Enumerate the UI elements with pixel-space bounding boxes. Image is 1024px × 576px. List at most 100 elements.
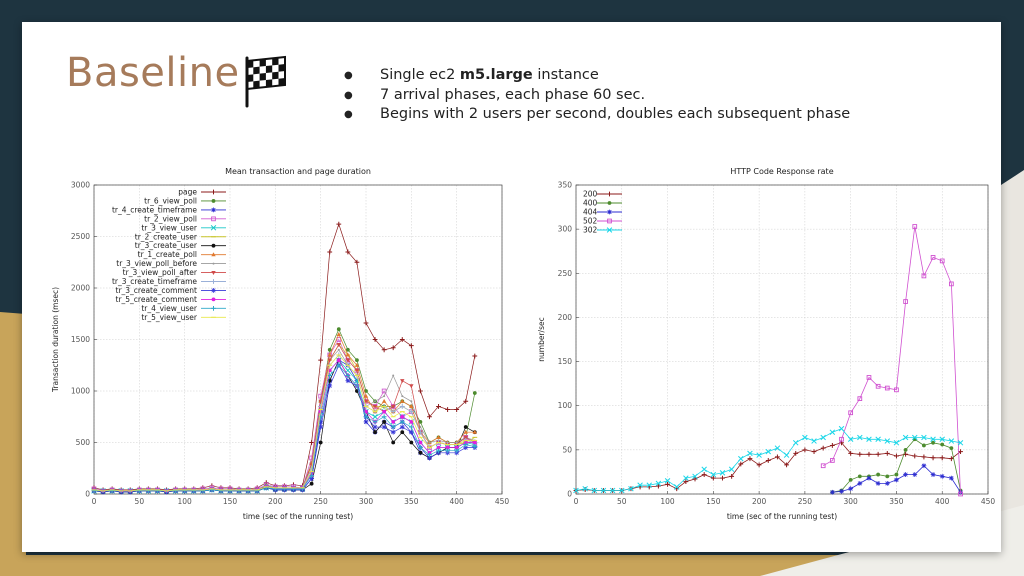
data-point — [701, 472, 707, 477]
y-tick-label: 250 — [558, 269, 573, 278]
data-point — [607, 201, 612, 205]
series-line — [823, 226, 961, 495]
data-point — [363, 320, 369, 326]
data-point — [701, 466, 707, 473]
data-point — [390, 429, 396, 435]
data-point — [692, 476, 698, 482]
data-point — [401, 395, 404, 398]
data-point — [875, 481, 881, 486]
data-point — [383, 395, 386, 398]
x-tick-label: 0 — [574, 497, 579, 506]
x-tick-label: 0 — [92, 497, 97, 506]
series-tr_6_view_poll — [92, 327, 477, 493]
data-point — [930, 455, 936, 461]
data-point — [445, 407, 450, 412]
data-point — [211, 199, 216, 203]
data-point — [729, 473, 735, 479]
data-point — [839, 488, 844, 494]
data-point — [921, 463, 927, 469]
legend: 200400404502302 — [583, 190, 622, 235]
series-200 — [573, 440, 963, 493]
y-tick-label: 50 — [562, 445, 572, 454]
series-line — [93, 364, 475, 493]
data-point — [802, 447, 808, 453]
data-point — [472, 353, 478, 359]
data-point — [783, 452, 790, 458]
data-point — [391, 440, 396, 445]
data-point — [884, 450, 890, 456]
data-point — [738, 455, 744, 462]
legend-label: 302 — [583, 226, 598, 235]
y-tick-label: 500 — [76, 438, 91, 447]
data-point — [857, 481, 863, 486]
data-point — [355, 358, 359, 362]
data-point — [212, 262, 215, 265]
data-point — [410, 400, 413, 403]
http-code-chart: HTTP Code Response rate 0 50 100 150 200 250 30… — [530, 160, 1000, 535]
data-point — [939, 473, 945, 479]
data-point — [792, 440, 799, 446]
data-point — [336, 221, 342, 227]
data-point — [392, 374, 395, 377]
data-point — [848, 477, 853, 482]
legend-label: tr_4_view_user — [141, 304, 198, 313]
data-point — [211, 189, 216, 195]
series-tr_3_view_poll_after — [91, 343, 477, 494]
y-tick-label: 1500 — [71, 335, 90, 344]
y-tick-label: 2000 — [71, 284, 90, 293]
data-point — [820, 434, 826, 441]
y-axis-label: Transaction duration (msec) — [51, 287, 60, 393]
slide-title: Baseline — [66, 50, 240, 96]
data-point — [373, 430, 377, 435]
data-point — [400, 379, 405, 384]
bullet-item: Begins with 2 users per second, doubles … — [344, 105, 850, 125]
bullet-text: instance — [532, 67, 599, 83]
data-point — [408, 343, 414, 349]
data-point — [912, 453, 918, 459]
y-tick-label: 200 — [558, 313, 573, 322]
data-point — [382, 420, 387, 424]
data-point — [857, 451, 863, 457]
data-point — [820, 445, 826, 451]
x-tick-label: 350 — [404, 497, 419, 506]
data-point — [381, 424, 387, 430]
legend-label: tr_4_create_timeframe — [112, 205, 197, 214]
series-tr_2_view_poll — [91, 337, 478, 494]
series-line — [93, 349, 475, 492]
legend-label: tr_3_create_timeframe — [112, 277, 197, 286]
data-point — [399, 404, 405, 409]
data-point — [399, 424, 405, 430]
series-line — [93, 328, 476, 492]
data-point — [372, 424, 378, 430]
data-point — [372, 413, 378, 420]
data-point — [463, 425, 468, 429]
chart-title: Mean transaction and page duration — [225, 167, 371, 176]
data-point — [211, 305, 216, 311]
data-point — [472, 391, 477, 395]
y-tick-label: 2500 — [71, 232, 90, 241]
data-point — [894, 477, 899, 483]
duration-chart-svg: Mean transaction and page duration 0 50 100… — [51, 167, 510, 521]
data-point — [802, 434, 808, 441]
data-point — [921, 454, 927, 460]
x-axis-label: time (sec of the running test) — [243, 512, 353, 521]
x-tick-label: 200 — [752, 497, 767, 506]
plot-frame — [575, 184, 989, 495]
legend-label: 200 — [583, 190, 598, 199]
checkered-flag-icon — [245, 55, 286, 108]
data-point — [400, 430, 405, 435]
data-point — [894, 453, 899, 459]
series-line — [94, 364, 475, 492]
data-point — [400, 414, 405, 419]
duration-chart: Mean transaction and page duration 0 50 100… — [44, 160, 514, 535]
data-point — [418, 388, 423, 394]
data-point — [765, 458, 771, 463]
x-tick-label: 300 — [359, 497, 374, 506]
x-tick-label: 450 — [495, 497, 510, 506]
data-point — [391, 420, 396, 424]
x-tick-label: 200 — [268, 497, 283, 506]
data-point — [829, 429, 836, 435]
y-tick-label: 0 — [85, 490, 90, 499]
data-point — [607, 191, 612, 197]
data-point — [811, 449, 817, 455]
